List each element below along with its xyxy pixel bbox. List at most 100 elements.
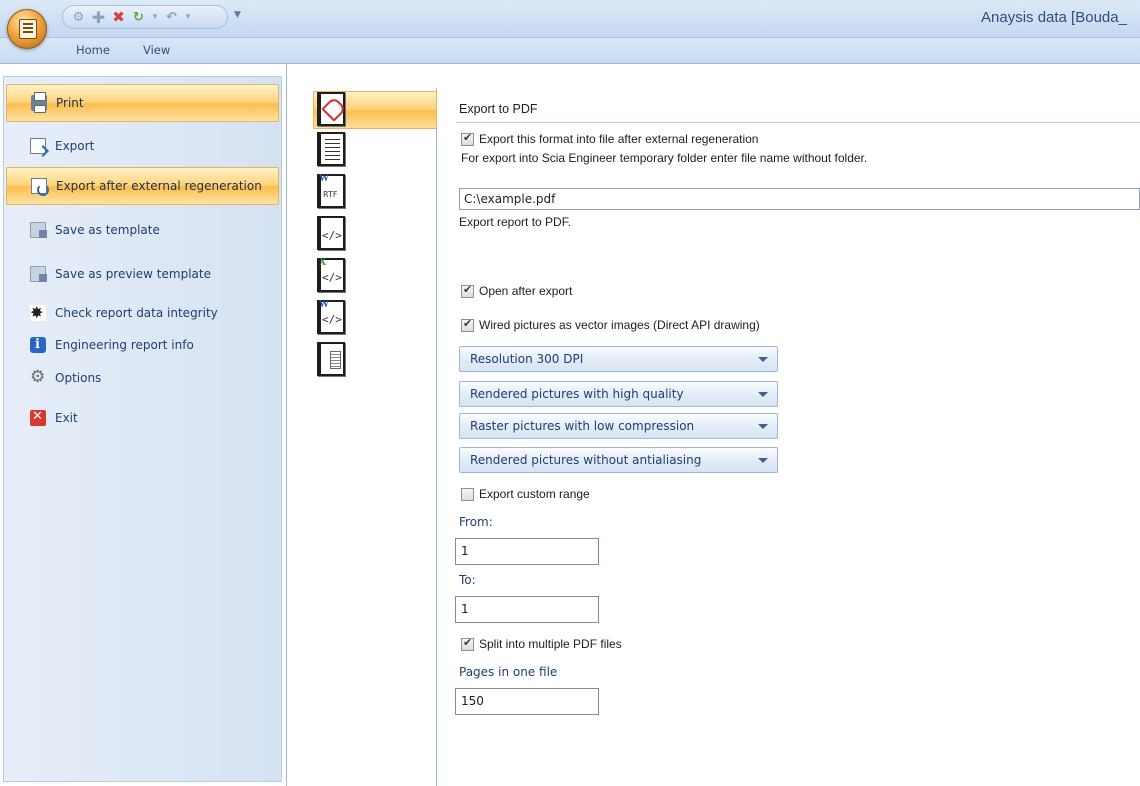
chevron-down-icon: [758, 458, 768, 463]
checkbox-label: Split into multiple PDF files: [479, 637, 622, 651]
dropdown-value: Resolution 300 DPI: [470, 352, 584, 366]
quick-access-toolbar: ⚙ ✚ ✖ ↻ ▾ ↶ ▾: [62, 5, 228, 29]
application-menu: Print Export Export after external regen…: [0, 64, 287, 786]
menu-item-report-info[interactable]: Engineering report info: [6, 329, 279, 361]
excel-xml-format-icon[interactable]: X </>: [317, 257, 345, 292]
ribbon-tab-bar: Home View: [0, 38, 1140, 64]
menu-item-label: Save as preview template: [55, 267, 211, 281]
dropdown-value: Raster pictures with low compression: [470, 419, 695, 433]
menu-item-label: Options: [55, 371, 102, 385]
checkbox-icon[interactable]: [461, 636, 474, 651]
menu-item-label: Engineering report info: [55, 338, 194, 352]
render-quality-dropdown[interactable]: Rendered pictures with high quality: [459, 381, 778, 407]
raster-compression-dropdown[interactable]: Raster pictures with low compression: [459, 413, 778, 439]
export-icon: [30, 138, 46, 154]
menu-item-save-as-template[interactable]: Save as template: [6, 211, 279, 249]
menu-item-save-as-preview-template[interactable]: Save as preview template: [6, 255, 279, 293]
menu-item-export-after-regeneration[interactable]: Export after external regeneration: [6, 167, 279, 205]
report-orb-icon: [19, 19, 37, 39]
integrity-check-icon: [30, 303, 46, 322]
window-title: Anaysis data [Bouda_: [981, 9, 1127, 26]
menu-item-label: Export: [55, 139, 95, 153]
checkbox-icon[interactable]: [461, 487, 474, 501]
preview-template-icon: [30, 266, 47, 282]
to-label: To:: [459, 573, 476, 587]
menu-item-label: Save as template: [55, 223, 160, 237]
from-page-input[interactable]: 1: [455, 538, 599, 565]
menu-item-label: Export after external regeneration: [56, 179, 262, 193]
menu-item-exit[interactable]: Exit: [6, 402, 279, 434]
code-tag-label: </>: [322, 271, 342, 284]
code-tag-label: </>: [322, 229, 342, 242]
antialiasing-dropdown[interactable]: Rendered pictures without antialiasing: [459, 447, 778, 473]
refresh-icon[interactable]: ↻: [131, 10, 146, 25]
pages-per-file-label: Pages in one file: [459, 665, 558, 679]
checkbox-icon[interactable]: [461, 283, 474, 298]
dropdown-arrow-icon[interactable]: ▾: [184, 10, 192, 25]
excel-mark-icon: X: [319, 257, 327, 268]
section-heading: Export to PDF: [459, 102, 538, 116]
html-format-icon[interactable]: </>: [317, 216, 345, 250]
report-window: ⚙ ✚ ✖ ↻ ▾ ↶ ▾ ▼ Anaysis data [Bouda_ Hom…: [0, 0, 1140, 786]
folder-note: For export into Scia Engineer temporary …: [461, 151, 868, 165]
word-mark-icon: W: [319, 173, 329, 184]
regeneration-icon: [31, 178, 49, 196]
vector-images-checkbox[interactable]: Wired pictures as vector images (Direct …: [461, 317, 760, 332]
template-icon: [30, 222, 47, 238]
text-document-format-icon[interactable]: [317, 132, 345, 166]
rtf-format-icon[interactable]: W RTF: [317, 173, 345, 208]
exit-icon: [30, 409, 46, 426]
export-after-regeneration-checkbox[interactable]: Export this format into file after exter…: [461, 131, 759, 146]
delete-icon[interactable]: ✖: [111, 9, 126, 25]
gear-icon: [30, 367, 46, 387]
menu-item-export[interactable]: Export: [6, 127, 279, 165]
dropdown-value: Rendered pictures with high quality: [470, 387, 684, 401]
custom-range-checkbox[interactable]: Export custom range: [461, 487, 590, 501]
checkbox-label: Wired pictures as vector images (Direct …: [479, 318, 760, 332]
tab-view[interactable]: View: [143, 43, 170, 57]
add-icon[interactable]: ✚: [91, 9, 106, 25]
undo-icon[interactable]: ↶: [164, 10, 179, 25]
pdf-export-settings: Export to PDF Export this format into fi…: [438, 64, 1140, 786]
chevron-down-icon: [758, 357, 768, 362]
split-pdf-checkbox[interactable]: Split into multiple PDF files: [461, 636, 622, 651]
menu-item-label: Check report data integrity: [55, 306, 218, 320]
title-bar: ⚙ ✚ ✖ ↻ ▾ ↶ ▾ ▼ Anaysis data [Bouda_: [0, 0, 1140, 38]
menu-item-label: Print: [56, 96, 84, 110]
to-page-input[interactable]: 1: [455, 596, 599, 623]
menu-item-options[interactable]: Options: [6, 362, 279, 394]
code-tag-label: </>: [322, 313, 342, 326]
word-mark-icon: W: [319, 299, 329, 310]
dropdown-value: Rendered pictures without antialiasing: [470, 453, 702, 467]
tab-home[interactable]: Home: [76, 43, 110, 57]
file-path-caption: Export report to PDF.: [459, 215, 572, 229]
checkbox-icon[interactable]: [461, 317, 474, 332]
file-path-input[interactable]: C:\example.pdf: [459, 188, 1140, 210]
settings-gear-icon[interactable]: ⚙: [71, 10, 86, 25]
from-label: From:: [459, 515, 493, 529]
pages-per-file-input[interactable]: 150: [455, 688, 599, 715]
chevron-down-icon: [758, 424, 768, 429]
checkbox-label: Export this format into file after exter…: [479, 132, 759, 146]
rtf-label: RTF: [323, 190, 338, 199]
menu-item-label: Exit: [55, 411, 78, 425]
checkbox-label: Open after export: [479, 284, 573, 298]
chevron-down-icon: [758, 392, 768, 397]
resolution-dropdown[interactable]: Resolution 300 DPI: [459, 346, 778, 372]
application-menu-button[interactable]: [7, 9, 47, 49]
menu-item-check-integrity[interactable]: Check report data integrity: [6, 297, 279, 329]
export-format-list: W RTF </> X </> W </>: [311, 88, 437, 786]
menu-item-print[interactable]: Print: [6, 84, 279, 122]
printer-icon: [31, 92, 47, 113]
customize-toolbar-icon[interactable]: ▼: [234, 10, 241, 20]
checkbox-icon[interactable]: [461, 131, 474, 146]
pdf-format-icon[interactable]: [317, 92, 345, 126]
open-after-export-checkbox[interactable]: Open after export: [461, 283, 573, 298]
image-export-format-icon[interactable]: [317, 342, 345, 376]
checkbox-label: Export custom range: [479, 487, 590, 501]
menu-list: Print Export Export after external regen…: [3, 76, 282, 782]
heading-divider: [456, 122, 1140, 123]
info-icon: [30, 337, 46, 353]
word-xml-format-icon[interactable]: W </>: [317, 299, 345, 334]
dropdown-arrow-icon[interactable]: ▾: [151, 10, 159, 25]
